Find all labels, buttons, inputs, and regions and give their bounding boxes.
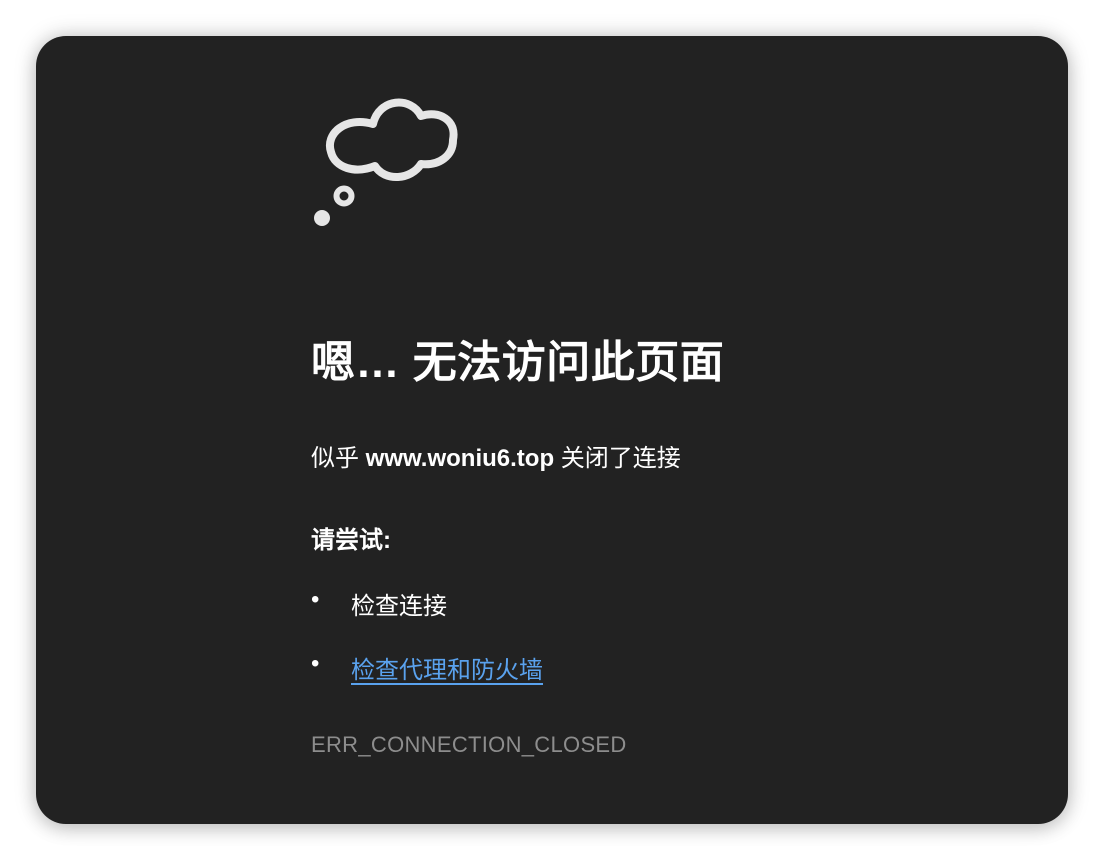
try-heading: 请尝试: [311, 527, 391, 554]
message-suffix: 关闭了连接 [554, 445, 681, 472]
host-name: www.woniu6.top [365, 445, 555, 472]
error-message: 似乎 www.woniu6.top 关闭了连接 [311, 438, 681, 473]
thought-cloud-icon [314, 98, 458, 226]
message-prefix: 似乎 [311, 445, 366, 472]
check-proxy-firewall-link[interactable]: 检查代理和防火墙 [351, 650, 543, 685]
page-title: 嗯… 无法访问此页面 [311, 338, 725, 387]
error-code: ERR_CONNECTION_CLOSED [311, 732, 627, 757]
suggestion-check-connection: 检查连接 [351, 593, 447, 620]
bullet: • [311, 586, 320, 613]
browser-error-page: 嗯… 无法访问此页面 似乎 www.woniu6.top 关闭了连接 请尝试: … [36, 36, 1068, 824]
bullet: • [311, 650, 320, 677]
